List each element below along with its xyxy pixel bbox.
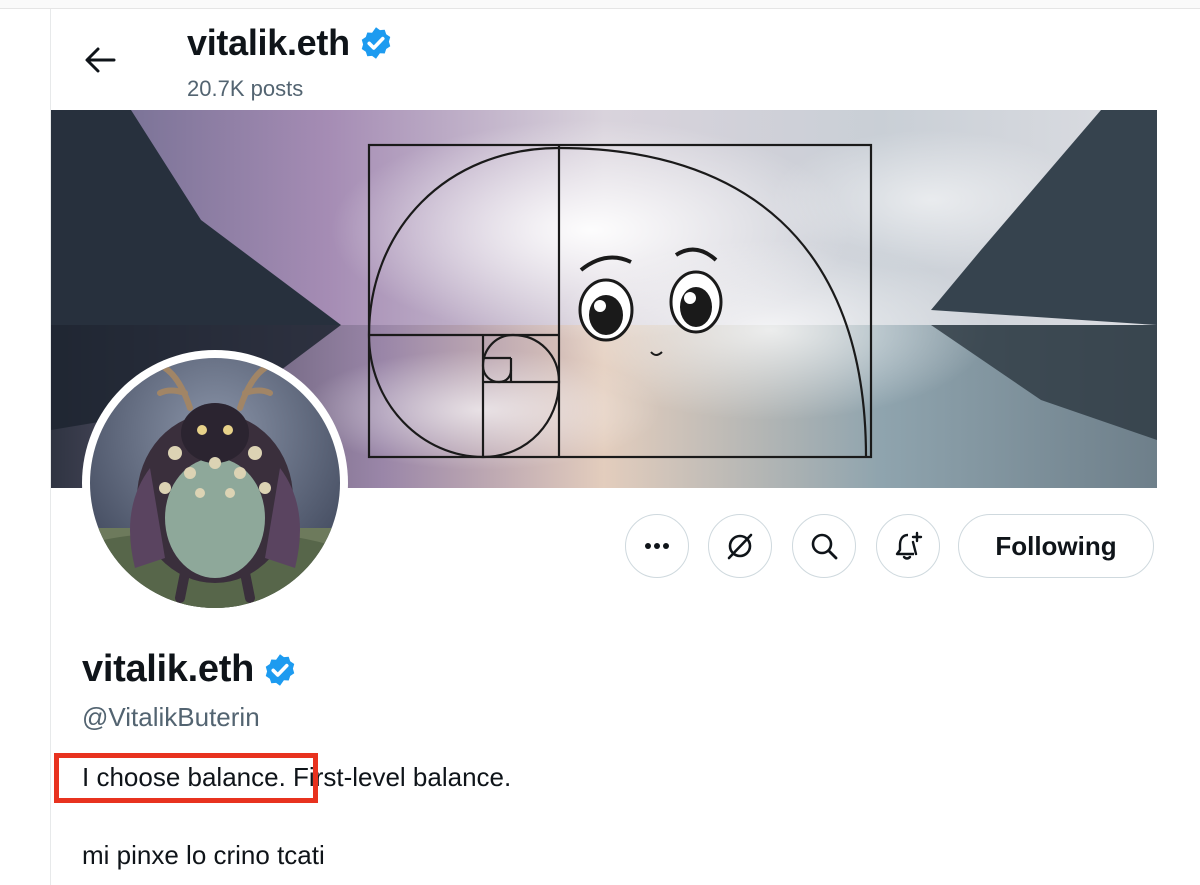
arrow-left-icon: [85, 47, 116, 73]
verified-badge-icon: [361, 27, 391, 59]
profile-name-text: vitalik.eth: [82, 648, 254, 690]
red-highlight-annotation: [54, 753, 318, 803]
header-name-text: vitalik.eth: [187, 22, 350, 63]
more-icon: [645, 543, 669, 549]
grok-icon: [727, 533, 753, 560]
more-options-button[interactable]: [625, 514, 689, 578]
window-top-edge: [0, 0, 1200, 9]
following-button[interactable]: Following: [958, 514, 1154, 578]
notifications-button[interactable]: [876, 514, 940, 578]
search-profile-button[interactable]: [792, 514, 856, 578]
header-title: vitalik.eth: [187, 22, 394, 64]
profile-display-name: vitalik.eth: [82, 648, 298, 691]
grok-button[interactable]: [708, 514, 772, 578]
notification-subscribe-icon: [895, 531, 923, 560]
bio-line-2: mi pinxe lo crino tcati: [82, 840, 325, 870]
search-icon: [811, 533, 838, 560]
post-count: 20.7K posts: [187, 76, 304, 101]
bio-rest-text: First-level balance.: [285, 762, 512, 792]
profile-avatar[interactable]: [82, 350, 348, 616]
verified-badge-icon[interactable]: [262, 652, 298, 688]
avatar-owl-creature-image: [90, 358, 340, 608]
profile-handle: @VitalikButerin: [82, 702, 260, 732]
back-button[interactable]: [76, 38, 124, 82]
